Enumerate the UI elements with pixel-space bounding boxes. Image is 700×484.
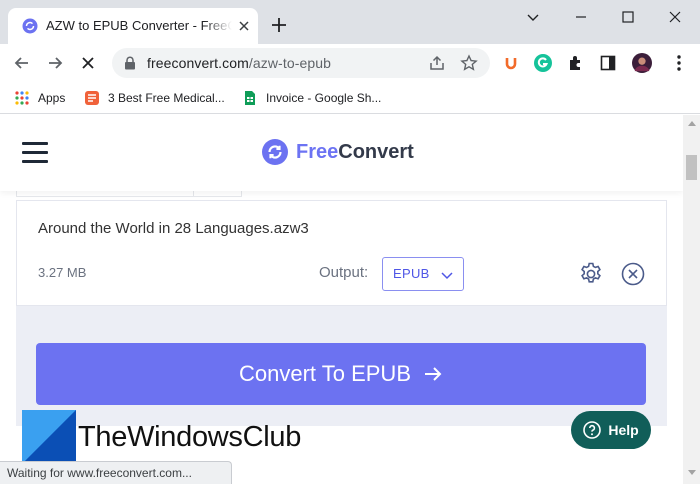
logo-convert-text: Convert (338, 140, 414, 163)
tab-title: AZW to EPUB Converter - FreeConvert (46, 18, 232, 33)
thewindowsclub-logo-icon (22, 410, 76, 464)
bookmark-label: Invoice - Google Sh... (266, 91, 382, 105)
scroll-down-icon[interactable] (688, 470, 696, 475)
address-bar[interactable]: freeconvert.com/azw-to-epub (112, 48, 490, 78)
browser-toolbar: freeconvert.com/azw-to-epub (0, 44, 700, 82)
ublock-extension-icon[interactable] (501, 53, 521, 73)
medical-site-icon (85, 91, 99, 105)
remove-file-icon[interactable] (621, 262, 645, 286)
bookmarks-bar: Apps 3 Best Free Medical... Invoice - Go… (0, 82, 700, 114)
bookmark-apps[interactable]: Apps (14, 88, 65, 108)
upload-tabs (16, 191, 242, 197)
help-button-label: Help (608, 422, 639, 438)
stop-loading-icon[interactable] (78, 53, 98, 73)
url-path: /azw-to-epub (248, 55, 332, 71)
logo-text: FreeConvert (296, 141, 414, 164)
share-icon[interactable] (428, 54, 446, 72)
bookmark-invoice[interactable]: Invoice - Google Sh... (242, 88, 381, 108)
url-text[interactable]: freeconvert.com/azw-to-epub (147, 55, 331, 71)
freeconvert-favicon-icon (22, 18, 38, 34)
freeconvert-logo-icon (262, 139, 288, 165)
forward-icon[interactable] (45, 53, 65, 73)
freeconvert-logo[interactable]: FreeConvert (262, 139, 414, 165)
browser-tab[interactable]: AZW to EPUB Converter - FreeConvert (8, 8, 258, 44)
site-header: FreeConvert (0, 115, 683, 191)
convert-button[interactable]: Convert To EPUB (36, 343, 646, 405)
help-button[interactable]: Help (571, 411, 651, 449)
output-label: Output: (319, 264, 369, 281)
bookmark-label: Apps (38, 91, 66, 105)
profile-avatar[interactable] (632, 53, 652, 73)
bookmark-medical[interactable]: 3 Best Free Medical... (84, 88, 225, 108)
scroll-thumb[interactable] (686, 155, 697, 180)
settings-gear-icon[interactable] (578, 261, 604, 287)
minimize-icon[interactable] (558, 8, 604, 26)
side-panel-icon[interactable] (598, 53, 618, 73)
arrow-right-icon (425, 367, 442, 381)
hamburger-menu-icon[interactable] (22, 142, 48, 164)
tab-strip: AZW to EPUB Converter - FreeConvert (0, 0, 700, 44)
page-scrollbar[interactable] (683, 115, 700, 484)
convert-button-label: Convert To EPUB (238, 361, 411, 386)
status-bar: Waiting for www.freeconvert.com... (0, 461, 232, 484)
tab-search-icon[interactable] (510, 8, 556, 26)
conversion-panel: Around the World in 28 Languages.azw3 3.… (16, 200, 667, 426)
file-size: 3.27 MB (38, 265, 87, 280)
file-row: Around the World in 28 Languages.azw3 3.… (16, 200, 667, 306)
maximize-icon[interactable] (605, 8, 651, 26)
scroll-up-icon[interactable] (688, 121, 696, 126)
menu-kebab-icon[interactable] (669, 53, 689, 73)
lock-icon[interactable] (124, 56, 136, 70)
watermark-text: TheWindowsClub (78, 420, 302, 453)
question-circle-icon (583, 421, 602, 439)
output-format-value: EPUB (393, 266, 430, 281)
bookmark-star-icon[interactable] (460, 54, 478, 72)
output-format-select[interactable]: EPUB (382, 257, 464, 291)
close-window-icon[interactable] (652, 8, 698, 26)
google-sheets-icon (245, 91, 255, 105)
logo-free-text: Free (296, 140, 339, 163)
new-tab-icon[interactable] (270, 16, 288, 34)
back-icon[interactable] (12, 53, 32, 73)
extensions-puzzle-icon[interactable] (566, 53, 586, 73)
chevron-down-icon (441, 272, 453, 280)
file-name: Around the World in 28 Languages.azw3 (38, 220, 309, 237)
watermark: TheWindowsClub (22, 410, 301, 464)
grammarly-extension-icon[interactable] (533, 53, 553, 73)
page-content: FreeConvert Around the World in 28 Langu… (0, 115, 683, 484)
apps-grid-icon (15, 91, 29, 105)
url-domain: freeconvert.com (147, 55, 249, 71)
bookmark-label: 3 Best Free Medical... (108, 91, 225, 105)
close-tab-icon[interactable] (237, 19, 251, 33)
